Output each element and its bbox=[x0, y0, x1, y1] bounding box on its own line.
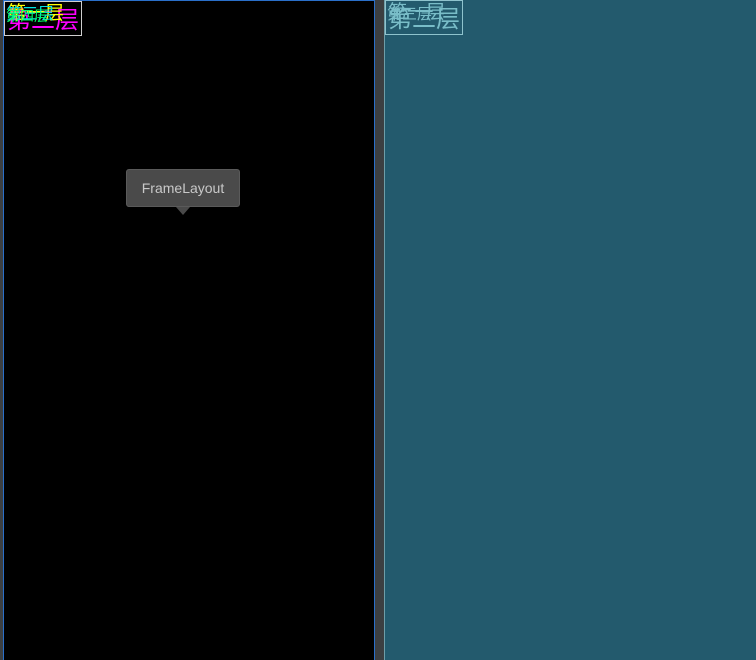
component-tooltip: FrameLayout bbox=[126, 169, 240, 207]
blueprint-surface[interactable]: 第二层 第一层 第三层 bbox=[384, 0, 756, 660]
tooltip-arrow bbox=[176, 207, 190, 215]
layer-text-green: 第四层 bbox=[6, 9, 48, 25]
design-surface[interactable]: 第二层 第一层 第三层 第四层 FrameLayout bbox=[3, 0, 375, 660]
blueprint-layer-text-3: 第三层 bbox=[387, 5, 433, 23]
framelayout-bounds[interactable]: 第二层 第一层 第三层 第四层 bbox=[4, 1, 82, 36]
blueprint-framelayout-bounds[interactable]: 第二层 第一层 第三层 bbox=[385, 0, 463, 35]
panel-divider bbox=[375, 0, 384, 660]
